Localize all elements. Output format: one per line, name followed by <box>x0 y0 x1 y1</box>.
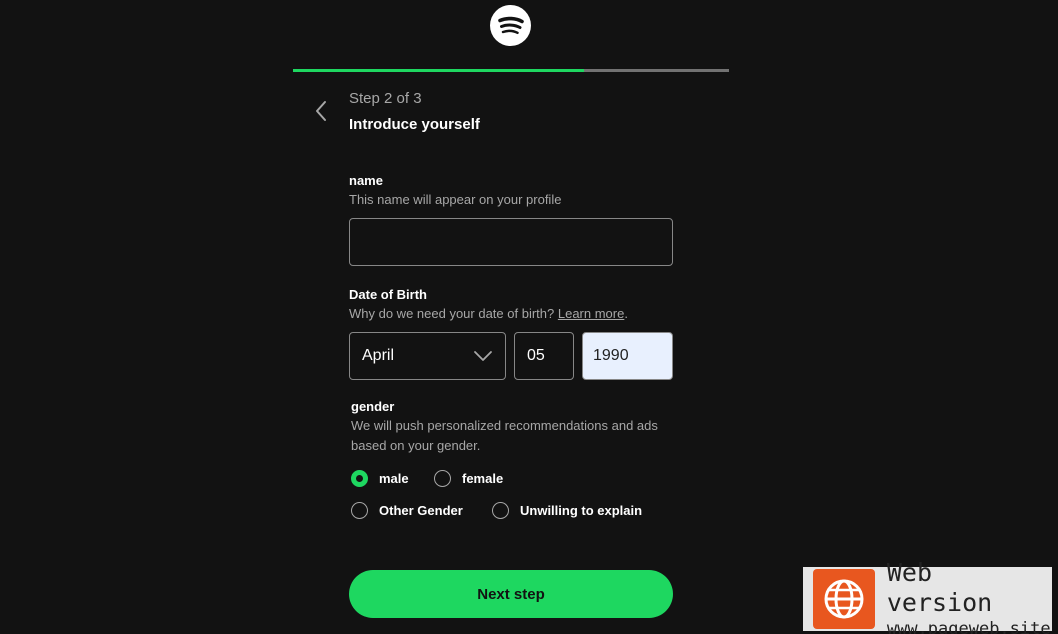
signup-page: Step 2 of 3 Introduce yourself name This… <box>0 0 1058 634</box>
back-button[interactable] <box>306 96 336 126</box>
name-label: name <box>349 173 383 188</box>
name-input[interactable] <box>349 218 673 266</box>
globe-icon <box>813 569 875 629</box>
radio-button[interactable] <box>351 502 368 519</box>
radio-button[interactable] <box>492 502 509 519</box>
radio-button[interactable] <box>351 470 368 487</box>
dob-help-text: Why do we need your date of birth? Learn… <box>349 304 628 324</box>
radio-button[interactable] <box>434 470 451 487</box>
birth-day-input[interactable] <box>514 332 574 380</box>
dob-label: Date of Birth <box>349 287 427 302</box>
gender-label: gender <box>351 399 395 414</box>
name-help-text: This name will appear on your profile <box>349 192 562 207</box>
chevron-left-icon <box>316 101 326 121</box>
dob-help-suffix: . <box>624 306 628 321</box>
gender-option-female[interactable]: female <box>434 470 503 487</box>
gender-option-other[interactable]: Other Gender <box>351 502 463 519</box>
birth-month-select[interactable]: April <box>349 332 506 380</box>
spotify-logo-icon <box>490 5 531 46</box>
watermark-title: Web version <box>886 558 993 617</box>
watermark-url: www.pageweb.site <box>886 619 1051 634</box>
dob-help-prefix: Why do we need your date of birth? <box>349 306 555 321</box>
gender-option-unwilling[interactable]: Unwilling to explain <box>492 502 642 519</box>
step-indicator: Step 2 of 3 <box>349 90 422 107</box>
learn-more-link[interactable]: Learn more <box>558 306 624 321</box>
chevron-down-icon <box>474 351 492 361</box>
signup-progress-bar <box>293 69 729 72</box>
gender-option-label: male <box>379 471 409 486</box>
gender-option-label: female <box>462 471 504 486</box>
page-title: Introduce yourself <box>349 116 480 133</box>
gender-option-label: Unwilling to explain <box>520 503 643 518</box>
next-step-button[interactable]: Next step <box>349 570 673 618</box>
birth-year-input[interactable] <box>582 332 673 380</box>
watermark-badge: Web version www.pageweb.site <box>803 558 1052 634</box>
progress-fill <box>293 69 584 72</box>
birth-month-value: April <box>362 347 395 364</box>
gender-option-label: Other Gender <box>379 503 463 518</box>
gender-help-text: We will push personalized recommendation… <box>351 418 658 453</box>
gender-option-male[interactable]: male <box>351 470 409 487</box>
